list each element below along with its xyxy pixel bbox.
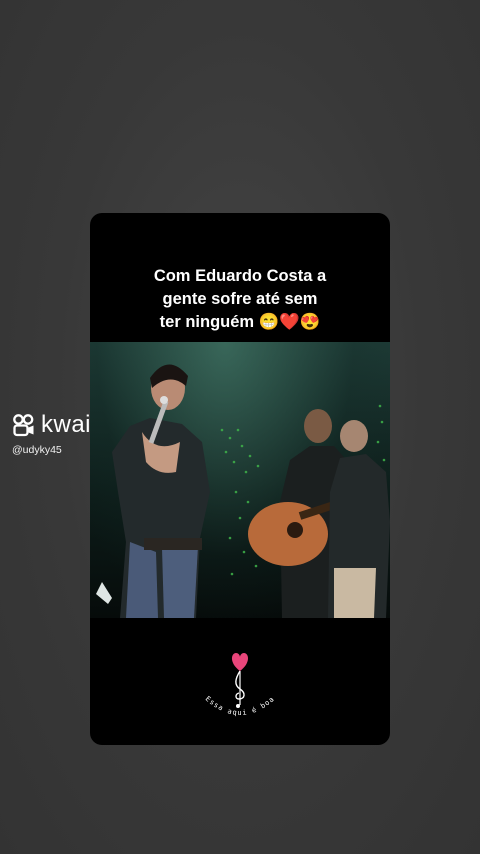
video-frame[interactable] [90,342,390,618]
singer-figure [96,364,210,618]
user-handle: @udyky45 [12,444,62,456]
kwai-brand-text: kwai [41,411,92,438]
caption: Com Eduardo Costa a gente sofre até sem … [90,265,390,334]
kwai-watermark: kwai @udyky45 [12,411,92,457]
caption-line-3: ter ninguém 😁❤️😍 [159,313,321,331]
kwai-logo-icon [13,414,34,437]
concert-scene [96,364,390,618]
heart-music-icon: Essa aqui é boa [204,653,275,717]
video-card[interactable]: Com Eduardo Costa a gente sofre até sem … [90,213,390,745]
essa-aqui-logo: Essa aqui é boa [195,651,285,723]
caption-line-2: gente sofre até sem [162,290,318,308]
caption-line-1: Com Eduardo Costa a [153,267,327,285]
